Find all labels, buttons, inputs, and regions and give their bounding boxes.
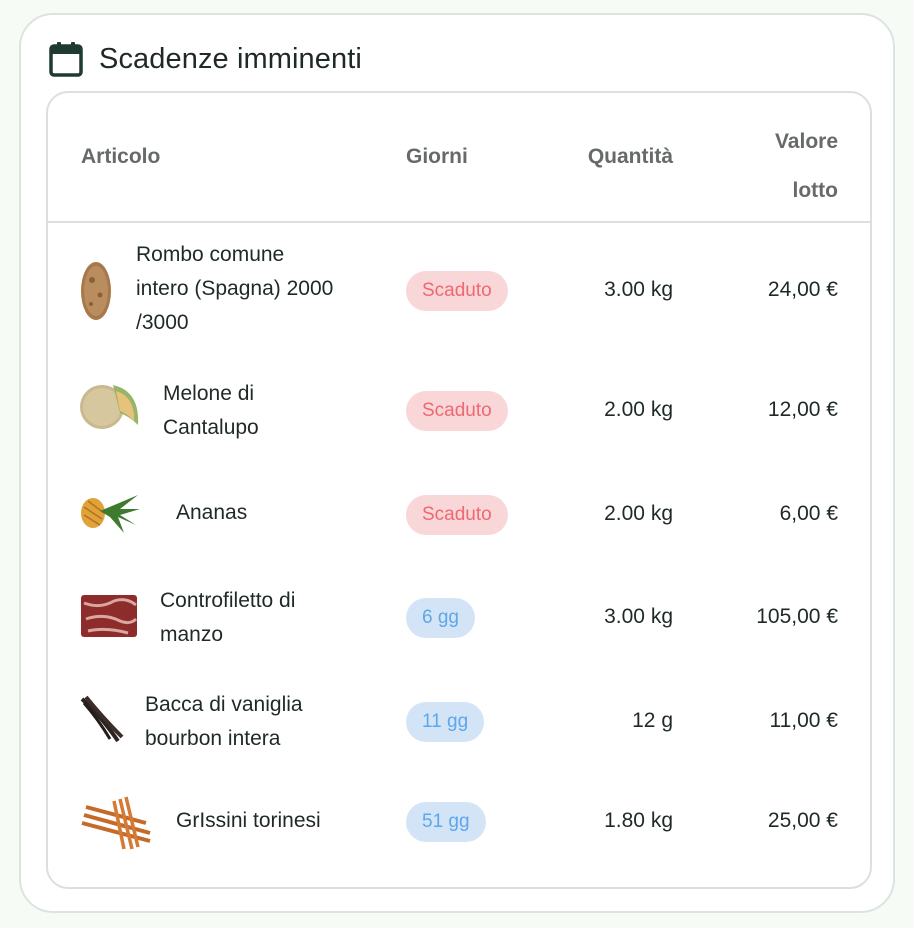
column-header-quantity[interactable]: Quantità [588,145,673,169]
calendar-icon [49,42,83,77]
item-quantity: 2.00 kg [604,502,673,525]
item-value: 25,00 € [767,809,838,832]
expiring-items-card: Scadenze imminenti Articolo Giorni Quant… [19,13,895,913]
item-name: Bacca di vaniglia bourbon intera [145,693,303,750]
column-header-days[interactable]: Giorni [406,145,468,169]
item-quantity: 1.80 kg [604,809,673,832]
column-header-value-line1: Valore [774,130,838,153]
status-badge: 6 gg [406,598,475,638]
table-header: Articolo Giorni Quantità Valore lotto [48,93,870,223]
table-row[interactable]: Ananas Scaduto 2.00 kg 6,00 € [48,461,870,565]
item-value: 12,00 € [767,398,838,421]
item-value: 105,00 € [756,605,838,628]
item-value: 11,00 € [769,709,838,732]
pineapple-icon [80,483,140,537]
status-badge: 11 gg [406,702,485,742]
fish-icon [80,260,140,320]
item-name: Controfiletto di manzo [160,589,296,646]
status-badge: Scaduto [406,495,508,535]
status-badge: 51 gg [406,802,486,842]
status-badge: Scaduto [406,271,508,311]
column-header-item[interactable]: Articolo [81,145,160,169]
table-row[interactable]: Melone di Cantalupo Scaduto 2.00 kg 12,0… [48,361,870,461]
table-row[interactable]: Bacca di vaniglia bourbon intera 11 gg 1… [48,669,870,773]
item-quantity: 2.00 kg [604,398,673,421]
expiring-items-table: Articolo Giorni Quantità Valore lotto Ro… [46,91,872,889]
melon-icon [80,377,140,437]
column-header-value-line2: lotto [792,179,838,202]
table-row[interactable]: Controfiletto di manzo 6 gg 3.00 kg 105,… [48,565,870,669]
column-header-value[interactable]: Valore lotto [775,117,838,215]
card-header: Scadenze imminenti [49,41,362,77]
item-name: GrIssini torinesi [176,809,321,832]
item-quantity: 3.00 kg [604,278,673,301]
beef-icon [80,591,140,641]
item-name: Ananas [176,501,248,524]
item-value: 6,00 € [779,502,838,525]
vanilla-icon [80,689,124,749]
card-title: Scadenze imminenti [99,42,362,75]
table-row[interactable]: GrIssini torinesi 51 gg 1.80 kg 25,00 € [48,773,870,877]
item-quantity: 3.00 kg [604,605,673,628]
breadsticks-icon [80,793,154,853]
item-name: Melone di Cantalupo [163,382,259,439]
item-name: Rombo comune intero (Spagna) 2000 /3000 [136,243,334,334]
status-badge: Scaduto [406,391,508,431]
item-quantity: 12 g [632,709,673,732]
item-value: 24,00 € [767,278,838,301]
table-row[interactable]: Rombo comune intero (Spagna) 2000 /3000 … [48,223,870,361]
